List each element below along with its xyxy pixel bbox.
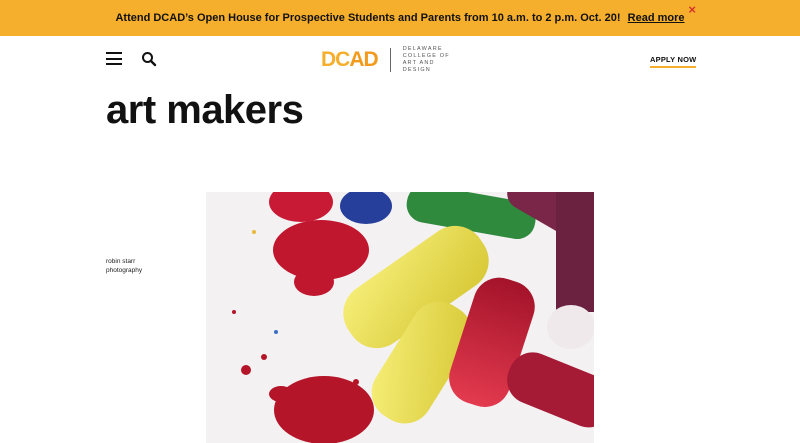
logo-subtitle: Delaware College of Art and Design [402,46,450,73]
announcement-banner: Attend DCAD’s Open House for Prospective… [0,0,800,36]
search-icon[interactable] [141,51,157,67]
banner-read-more-link[interactable]: Read more [628,12,685,24]
logo-divider [389,48,391,72]
apply-now-link[interactable]: APPLY NOW [650,55,697,68]
dcad-logo[interactable]: DCAD Delaware College of Art and Design [321,46,465,74]
logo-wordmark: DCAD [321,48,379,71]
crayon-photo [206,192,594,443]
site-header: DCAD Delaware College of Art and Design … [0,36,800,84]
banner-message: Attend DCAD’s Open House for Prospective… [115,12,621,24]
close-icon[interactable]: × [688,3,696,17]
hamburger-menu-icon[interactable] [106,52,122,65]
page-title: art makers [106,88,304,132]
photo-caption: robin starr photography [106,258,143,274]
banner-message-wrap: Attend DCAD’s Open House for Prospective… [115,12,684,24]
